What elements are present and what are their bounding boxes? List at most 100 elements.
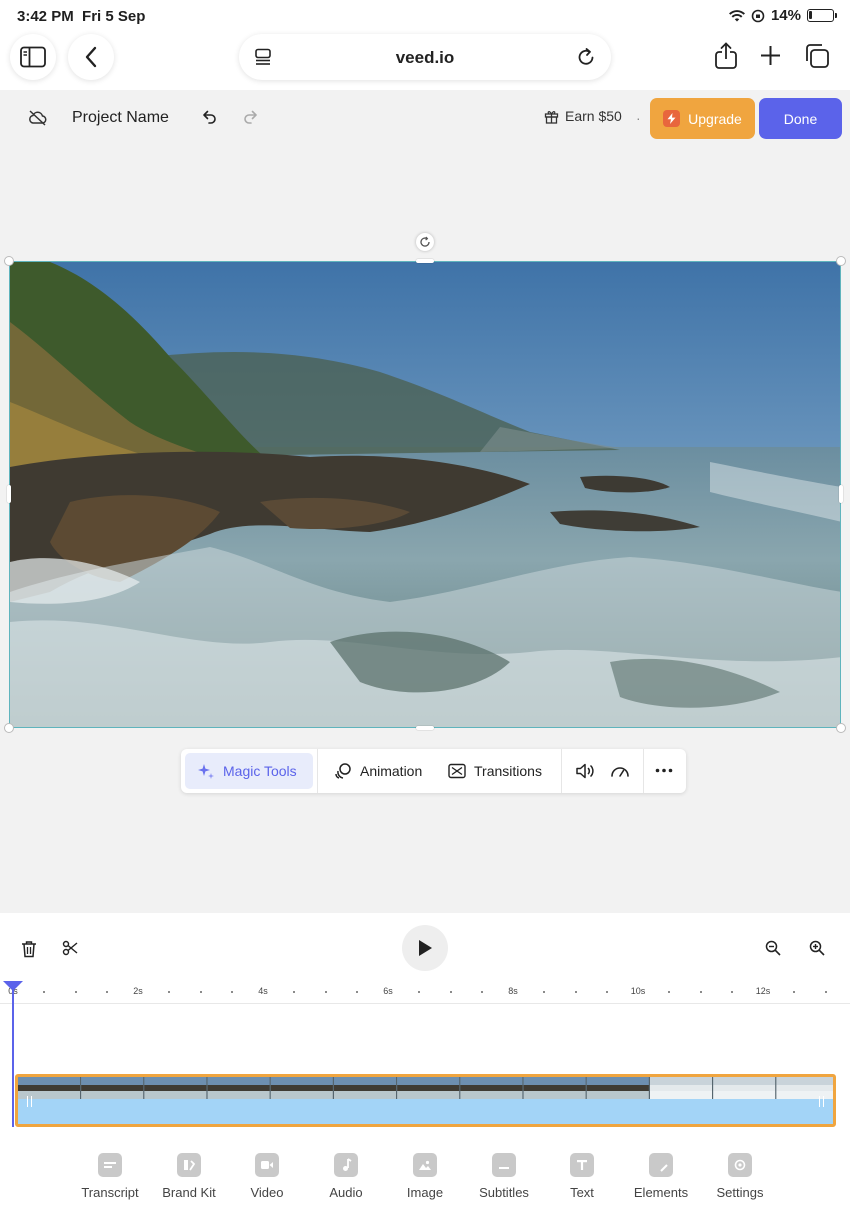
rotate-icon bbox=[420, 236, 430, 247]
animation-label: Animation bbox=[360, 763, 423, 779]
battery-icon bbox=[807, 9, 837, 22]
playhead-marker[interactable] bbox=[3, 981, 23, 991]
sparkle-icon bbox=[198, 764, 214, 779]
ruler-tick bbox=[43, 991, 46, 993]
clip-toolbar: Magic Tools Animation Transitions bbox=[181, 749, 686, 793]
gift-icon bbox=[544, 110, 559, 124]
clip-thumbnails bbox=[18, 1077, 833, 1099]
bolt-icon bbox=[663, 110, 681, 127]
ruler-tick bbox=[199, 991, 202, 993]
new-tab-icon[interactable] bbox=[760, 45, 781, 66]
speed-icon[interactable] bbox=[610, 763, 630, 779]
zoom-out-icon[interactable] bbox=[765, 940, 781, 956]
resize-handle-top-right[interactable] bbox=[836, 256, 846, 266]
clip-audio-waveform bbox=[18, 1099, 833, 1124]
toolbar-divider bbox=[561, 749, 562, 793]
ruler-label: 4s bbox=[258, 986, 268, 996]
topbar-separator: · bbox=[636, 110, 641, 126]
editor-topbar: Project Name Earn $50 · Upgrade Done bbox=[0, 90, 850, 146]
cloud-off-icon[interactable] bbox=[28, 110, 47, 126]
nav-text[interactable]: Text bbox=[542, 1153, 622, 1200]
subtitles-icon bbox=[492, 1153, 516, 1177]
tabs-icon[interactable] bbox=[804, 43, 830, 69]
thumbnail-frame bbox=[650, 1077, 714, 1099]
transitions-label: Transitions bbox=[474, 763, 542, 779]
ruler-label: 8s bbox=[508, 986, 518, 996]
nav-transcript[interactable]: Transcript bbox=[70, 1153, 150, 1200]
ruler-tick bbox=[605, 991, 608, 993]
status-time: 3:42 PM Fri 5 Sep bbox=[17, 8, 145, 25]
thumbnail-frame bbox=[460, 1077, 524, 1099]
trash-icon[interactable] bbox=[21, 940, 37, 958]
reload-icon[interactable] bbox=[577, 47, 596, 67]
nav-image[interactable]: Image bbox=[385, 1153, 465, 1200]
ruler-tick bbox=[355, 991, 358, 993]
thumbnail-frame bbox=[81, 1077, 145, 1099]
resize-handle-left[interactable] bbox=[7, 485, 11, 503]
rotate-handle[interactable] bbox=[416, 233, 434, 251]
elements-icon bbox=[649, 1153, 673, 1177]
transitions-button[interactable]: Transitions bbox=[448, 753, 542, 789]
share-icon[interactable] bbox=[714, 42, 738, 70]
resize-handle-bottom[interactable] bbox=[416, 726, 434, 730]
video-clip-track[interactable] bbox=[15, 1074, 836, 1127]
settings-icon bbox=[728, 1153, 752, 1177]
nav-brand-kit[interactable]: Brand Kit bbox=[149, 1153, 229, 1200]
project-name[interactable]: Project Name bbox=[72, 109, 169, 127]
video-frame-image bbox=[10, 262, 840, 727]
wifi-icon bbox=[728, 9, 745, 21]
status-right: 14% bbox=[728, 7, 837, 24]
resize-handle-bottom-left[interactable] bbox=[4, 723, 14, 733]
nav-subtitles[interactable]: Subtitles bbox=[464, 1153, 544, 1200]
playhead[interactable] bbox=[12, 981, 14, 1127]
trim-handle-left[interactable] bbox=[27, 1096, 32, 1107]
ruler-divider bbox=[0, 1003, 850, 1004]
earn-link[interactable]: Earn $50 bbox=[544, 108, 622, 124]
nav-elements[interactable]: Elements bbox=[621, 1153, 701, 1200]
transcript-icon bbox=[98, 1153, 122, 1177]
ruler-label: 10s bbox=[630, 986, 646, 996]
more-icon[interactable] bbox=[655, 768, 673, 773]
animation-icon bbox=[335, 763, 351, 779]
volume-icon[interactable] bbox=[575, 762, 595, 780]
scissors-icon[interactable] bbox=[62, 940, 78, 956]
resize-handle-bottom-right[interactable] bbox=[836, 723, 846, 733]
ruler-tick bbox=[293, 991, 296, 993]
nav-settings[interactable]: Settings bbox=[700, 1153, 780, 1200]
ruler-tick bbox=[418, 991, 421, 993]
ruler-tick bbox=[730, 991, 733, 993]
magic-tools-label: Magic Tools bbox=[223, 763, 297, 779]
nav-label: Audio bbox=[329, 1185, 363, 1200]
chevron-left-icon bbox=[85, 46, 97, 68]
ruler-label: 12s bbox=[755, 986, 771, 996]
ruler-tick bbox=[105, 991, 108, 993]
nav-label: Brand Kit bbox=[162, 1185, 216, 1200]
undo-icon[interactable] bbox=[201, 110, 217, 124]
resize-handle-top-left[interactable] bbox=[4, 256, 14, 266]
nav-audio[interactable]: Audio bbox=[306, 1153, 386, 1200]
trim-handle-right[interactable] bbox=[819, 1096, 824, 1107]
ruler-tick bbox=[793, 991, 796, 993]
toolbar-divider bbox=[643, 749, 644, 793]
brand-kit-icon bbox=[177, 1153, 201, 1177]
thumbnail-frame bbox=[334, 1077, 398, 1099]
resize-handle-right[interactable] bbox=[839, 485, 843, 503]
ruler-tick bbox=[74, 991, 77, 993]
upgrade-button[interactable]: Upgrade bbox=[650, 98, 755, 139]
done-button[interactable]: Done bbox=[759, 98, 842, 139]
sidebar-toggle-button[interactable] bbox=[10, 34, 56, 80]
magic-tools-button[interactable]: Magic Tools bbox=[185, 753, 313, 789]
redo-icon[interactable] bbox=[243, 110, 259, 124]
url-text: veed.io bbox=[395, 48, 455, 67]
zoom-in-icon[interactable] bbox=[809, 940, 825, 956]
back-button[interactable] bbox=[68, 34, 114, 80]
play-button[interactable] bbox=[402, 925, 448, 971]
url-bar[interactable]: veed.io bbox=[239, 34, 611, 80]
resize-handle-top[interactable] bbox=[416, 259, 434, 263]
transitions-icon bbox=[448, 763, 466, 779]
video-preview[interactable] bbox=[9, 261, 841, 728]
nav-video[interactable]: Video bbox=[227, 1153, 307, 1200]
ruler-tick bbox=[699, 991, 702, 993]
ruler-tick bbox=[543, 991, 546, 993]
animation-button[interactable]: Animation bbox=[334, 753, 422, 789]
